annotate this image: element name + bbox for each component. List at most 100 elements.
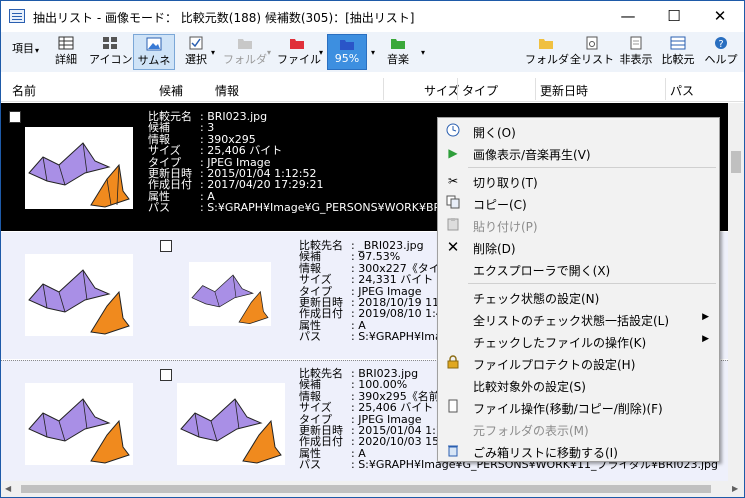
icon-label: アイコン — [89, 53, 133, 66]
zoom-button[interactable]: 95% — [327, 34, 367, 70]
menu-item-copy[interactable]: コピー(C) — [440, 192, 717, 214]
document-gear-icon — [586, 36, 598, 50]
menu-item-cut[interactable]: ✂ 切り取り(T) — [440, 170, 717, 192]
hide-button[interactable]: 非表示 — [615, 34, 657, 70]
menu-item-show-image[interactable]: ▶ 画像表示/音楽再生(V) — [440, 142, 717, 164]
menu-item-checked-ops[interactable]: チェックしたファイルの操作(K) ▶ — [440, 330, 717, 352]
menu-item-all-check[interactable]: 全リストのチェック状態一括設定(L) ▶ — [440, 308, 717, 330]
menu-item-check-settings[interactable]: チェック状態の設定(N) — [440, 286, 717, 308]
horizontal-scroll-thumb[interactable] — [21, 485, 711, 493]
view-icon-button[interactable]: アイコン — [89, 34, 133, 70]
delete-x-icon: ✕ — [446, 238, 460, 256]
lock-icon — [445, 355, 461, 371]
column-path[interactable]: パス — [670, 82, 694, 99]
folder-button[interactable]: フォルダ — [223, 34, 267, 70]
column-divider[interactable] — [665, 78, 666, 100]
info-line: タイプ: JPEG Image — [148, 155, 271, 169]
all-list-button[interactable]: 全リスト — [569, 34, 615, 70]
column-info[interactable]: 情報 — [215, 82, 239, 99]
folder-label: フォルダ — [223, 53, 267, 66]
music-label: 音楽 — [387, 53, 409, 66]
music-dropdown-icon[interactable]: ▾ — [421, 48, 425, 57]
file-dropdown-icon[interactable]: ▾ — [319, 48, 323, 57]
compare-source-button[interactable]: 比較元 — [657, 34, 699, 70]
music-button[interactable]: 音楽 — [381, 34, 415, 70]
menu-item-file-ops[interactable]: ファイル操作(移動/コピー/削除)(F) — [440, 396, 717, 418]
file-label: ファイル — [277, 53, 321, 66]
row-checkbox[interactable] — [160, 240, 172, 252]
app-list-icon — [9, 9, 25, 23]
scroll-right-icon[interactable]: ▶ — [732, 484, 738, 493]
view-detail-button[interactable]: 詳細 — [47, 34, 85, 70]
play-icon: ▶ — [448, 146, 458, 160]
view-thumbnail-button[interactable]: サムネ — [133, 34, 175, 70]
column-header: 名前 候補 情報 サイズ タイプ 更新日時 パス — [1, 76, 744, 102]
menu-item-open[interactable]: 開く(O) — [440, 120, 717, 142]
scroll-left-icon[interactable]: ◀ — [5, 484, 11, 493]
checkbox-icon — [189, 36, 203, 50]
menu-item-explorer[interactable]: エクスプローラで開く(X) — [440, 258, 717, 280]
context-menu: 開く(O) ▶ 画像表示/音楽再生(V) ✂ 切り取り(T) コピー(C) 貼り… — [437, 117, 720, 462]
folder-disabled-icon — [238, 39, 252, 49]
help-button[interactable]: ? ヘルプ — [701, 34, 741, 70]
detail-view-icon — [58, 36, 74, 50]
maximize-button[interactable]: ☐ — [651, 1, 697, 32]
menu-item-delete[interactable]: ✕ 削除(D) — [440, 236, 717, 258]
vertical-scrollbar[interactable] — [728, 103, 744, 481]
source-thumbnail-image — [25, 383, 133, 465]
help-label: ヘルプ — [704, 53, 738, 66]
hide-label: 非表示 — [619, 53, 653, 66]
column-candidate[interactable]: 候補 — [159, 82, 183, 99]
select-dropdown-icon[interactable]: ▾ — [211, 48, 215, 57]
menu-item-show-origin[interactable]: 元フォルダの表示(M) — [440, 418, 717, 440]
zoom-icon — [340, 40, 354, 50]
column-name[interactable]: 名前 — [12, 82, 36, 99]
copy-icon — [445, 195, 461, 211]
thumbnail-image — [25, 127, 133, 209]
row-checkbox[interactable] — [9, 111, 21, 123]
column-modified[interactable]: 更新日時 — [540, 82, 588, 99]
zoom-label: 95% — [334, 52, 360, 65]
menu-item-paste[interactable]: 貼り付け(P) — [440, 214, 717, 236]
scissors-icon: ✂ — [447, 174, 459, 188]
trash-icon — [445, 443, 461, 459]
info-line: サイズ: 25,406 バイト — [148, 144, 283, 158]
select-button[interactable]: 選択 — [179, 34, 213, 70]
columns-dropdown-icon[interactable]: ▾ — [35, 46, 39, 55]
compare-source-label: 比較元 — [661, 53, 695, 66]
source-thumbnail-image — [25, 254, 133, 336]
folder-dropdown-icon[interactable]: ▾ — [267, 48, 271, 57]
column-divider[interactable] — [457, 78, 458, 100]
file-button[interactable]: ファイル — [277, 34, 321, 70]
horizontal-scrollbar[interactable]: ◀ ▶ — [1, 481, 744, 497]
all-list-label: 全リスト — [570, 53, 614, 66]
title-bar: 抽出リスト - 画像モード： 比較元数(188) 候補数(305)：[抽出リスト… — [1, 1, 744, 32]
clock-icon — [445, 123, 461, 139]
row-checkbox[interactable] — [160, 369, 172, 381]
column-type[interactable]: タイプ — [462, 82, 498, 99]
info-line: 候補: 3 — [148, 121, 215, 135]
column-divider[interactable] — [535, 78, 536, 100]
svg-text:?: ? — [718, 39, 723, 50]
help-icon: ? — [715, 37, 727, 50]
row-info: 比較元名: BRI023.jpg 候補: 3 情報: 390x295 サイズ: … — [148, 111, 486, 214]
zoom-dropdown-icon[interactable]: ▾ — [371, 48, 375, 57]
vertical-scroll-thumb[interactable] — [731, 151, 741, 173]
paste-icon — [445, 217, 461, 233]
column-size[interactable]: サイズ — [424, 82, 460, 99]
info-line: 比較元名: BRI023.jpg — [148, 110, 268, 123]
close-button[interactable]: ✕ — [697, 1, 743, 32]
menu-item-exclude[interactable]: 比較対象外の設定(S) — [440, 374, 717, 396]
thumbnail-label: サムネ — [137, 54, 171, 67]
info-line: 情報: 390x295 — [148, 132, 256, 146]
menu-item-protect[interactable]: ファイルプロテクトの設定(H) — [440, 352, 717, 374]
menu-item-trash[interactable]: ごみ箱リストに移動する(I) — [440, 440, 717, 462]
info-line: パス: S:¥GRAPH¥Image¥G_PERSONS¥WORK¥BRI023… — [148, 201, 486, 215]
thumbnail-view-icon — [146, 37, 162, 51]
open-folder-button[interactable]: フォルダ — [525, 34, 569, 70]
minimize-button[interactable]: — — [605, 1, 651, 32]
submenu-arrow-icon: ▶ — [702, 312, 709, 322]
submenu-arrow-icon: ▶ — [702, 334, 709, 344]
column-divider[interactable] — [383, 78, 384, 100]
info-line: 作成日付: 2017/04/20 17:29:21 — [148, 178, 324, 192]
